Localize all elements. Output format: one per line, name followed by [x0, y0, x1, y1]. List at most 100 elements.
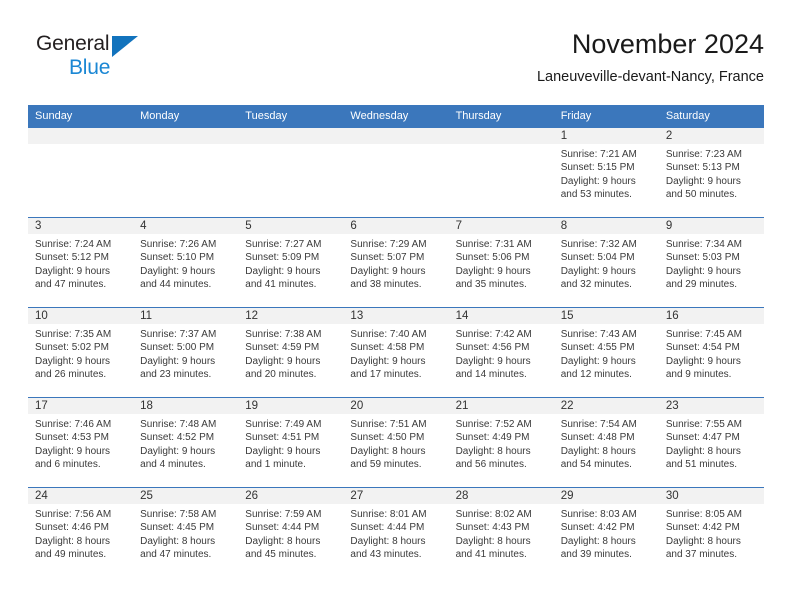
day-number: 9: [658, 218, 764, 234]
calendar-day-cell[interactable]: 27 Sunrise: 8:01 AM Sunset: 4:44 PM Dayligh…: [343, 487, 449, 577]
daylight-duration-line2: and 23 minutes.: [140, 369, 212, 381]
day-number: 19: [238, 398, 344, 414]
day-details: Sunrise: 8:05 AM Sunset: 4:42 PM Daylight:…: [659, 504, 764, 562]
calendar-day-cell-empty: [238, 127, 344, 218]
calendar-day-cell[interactable]: 25 Sunrise: 7:58 AM Sunset: 4:45 PM Dayligh…: [133, 487, 239, 577]
daylight-duration-line1: Daylight: 8 hours: [665, 445, 741, 457]
day-details: Sunrise: 7:34 AM Sunset: 5:03 PM Daylight:…: [659, 234, 764, 292]
day-details: Sunrise: 7:40 AM Sunset: 4:58 PM Daylight:…: [343, 324, 448, 382]
day-details: Sunrise: 7:24 AM Sunset: 5:12 PM Daylight:…: [28, 234, 133, 292]
calendar-day-cell[interactable]: 5 Sunrise: 7:27 AM Sunset: 5:09 PM Daylight…: [238, 217, 344, 308]
daylight-duration-line2: and 32 minutes.: [560, 279, 632, 291]
day-details: Sunrise: 7:23 AM Sunset: 5:13 PM Daylight:…: [659, 144, 764, 202]
calendar-day-cell[interactable]: 16 Sunrise: 7:45 AM Sunset: 4:54 PM Dayligh…: [658, 307, 764, 398]
day-number: 6: [343, 218, 449, 234]
calendar-day-cell[interactable]: 28 Sunrise: 8:02 AM Sunset: 4:43 PM Dayligh…: [448, 487, 554, 577]
sunrise-time: Sunrise: 7:35 AM: [35, 329, 112, 340]
sunrise-time: Sunrise: 7:34 AM: [665, 239, 742, 250]
daylight-duration-line1: Daylight: 8 hours: [665, 535, 741, 547]
day-number: 18: [133, 398, 239, 414]
sunrise-time: Sunrise: 7:32 AM: [560, 239, 637, 250]
day-details: Sunrise: 7:56 AM Sunset: 4:46 PM Daylight:…: [28, 504, 133, 562]
day-number: 28: [448, 488, 554, 504]
calendar-week-row: 10 Sunrise: 7:35 AM Sunset: 5:02 PM Dayligh…: [28, 307, 764, 398]
calendar-week-row: 24 Sunrise: 7:56 AM Sunset: 4:46 PM Dayligh…: [28, 487, 764, 577]
calendar-day-cell[interactable]: 3 Sunrise: 7:24 AM Sunset: 5:12 PM Daylight…: [28, 217, 134, 308]
day-number: 10: [28, 308, 134, 324]
daylight-duration-line1: Daylight: 9 hours: [665, 265, 741, 277]
calendar-day-cell[interactable]: 26 Sunrise: 7:59 AM Sunset: 4:44 PM Dayligh…: [238, 487, 344, 577]
calendar-day-cell[interactable]: 22 Sunrise: 7:54 AM Sunset: 4:48 PM Dayligh…: [553, 397, 659, 488]
daylight-duration-line1: Daylight: 9 hours: [560, 355, 636, 367]
calendar-day-cell[interactable]: 20 Sunrise: 7:51 AM Sunset: 4:50 PM Dayligh…: [343, 397, 449, 488]
sunrise-time: Sunrise: 7:24 AM: [35, 239, 112, 250]
sunrise-time: Sunrise: 7:42 AM: [455, 329, 532, 340]
calendar-day-cell[interactable]: 29 Sunrise: 8:03 AM Sunset: 4:42 PM Dayligh…: [553, 487, 659, 577]
general-blue-logo[interactable]: General Blue: [36, 32, 176, 90]
day-number: 26: [238, 488, 344, 504]
calendar-day-cell[interactable]: 4 Sunrise: 7:26 AM Sunset: 5:10 PM Daylight…: [133, 217, 239, 308]
day-details: Sunrise: 7:51 AM Sunset: 4:50 PM Daylight:…: [343, 414, 448, 472]
day-details: Sunrise: 7:38 AM Sunset: 4:59 PM Daylight:…: [238, 324, 343, 382]
calendar-day-cell[interactable]: 1 Sunrise: 7:21 AM Sunset: 5:15 PM Daylight…: [553, 127, 659, 218]
sunrise-time: Sunrise: 8:02 AM: [455, 509, 532, 520]
day-details: Sunrise: 7:59 AM Sunset: 4:44 PM Daylight:…: [238, 504, 343, 562]
day-number: 22: [553, 398, 659, 414]
daylight-duration-line2: and 4 minutes.: [140, 459, 206, 471]
sunset-time: Sunset: 4:42 PM: [665, 522, 740, 534]
sunset-time: Sunset: 4:44 PM: [245, 522, 320, 534]
day-details: Sunrise: 7:52 AM Sunset: 4:49 PM Daylight:…: [449, 414, 554, 472]
calendar-day-cell[interactable]: 23 Sunrise: 7:55 AM Sunset: 4:47 PM Dayligh…: [658, 397, 764, 488]
day-number: 7: [448, 218, 554, 234]
calendar-day-cell[interactable]: 30 Sunrise: 8:05 AM Sunset: 4:42 PM Dayligh…: [658, 487, 764, 577]
sunrise-time: Sunrise: 7:56 AM: [35, 509, 112, 520]
daylight-duration-line1: Daylight: 8 hours: [560, 445, 636, 457]
calendar-day-cell[interactable]: 15 Sunrise: 7:43 AM Sunset: 4:55 PM Dayligh…: [553, 307, 659, 398]
calendar-day-cell[interactable]: 12 Sunrise: 7:38 AM Sunset: 4:59 PM Dayligh…: [238, 307, 344, 398]
sunset-time: Sunset: 5:09 PM: [245, 252, 320, 264]
day-number: 20: [343, 398, 449, 414]
sunset-time: Sunset: 4:44 PM: [350, 522, 425, 534]
sunset-time: Sunset: 5:00 PM: [140, 342, 215, 354]
sunset-time: Sunset: 4:46 PM: [35, 522, 109, 534]
weekday-header-thursday: Thursday: [448, 105, 554, 128]
daylight-duration-line2: and 47 minutes.: [140, 549, 212, 561]
calendar-day-cell[interactable]: 6 Sunrise: 7:29 AM Sunset: 5:07 PM Daylight…: [343, 217, 449, 308]
day-number: 21: [448, 398, 554, 414]
sunset-time: Sunset: 4:55 PM: [560, 342, 635, 354]
calendar-day-cell-empty: [343, 127, 449, 218]
calendar-day-cell[interactable]: 19 Sunrise: 7:49 AM Sunset: 4:51 PM Dayligh…: [238, 397, 344, 488]
calendar-day-cell[interactable]: 18 Sunrise: 7:48 AM Sunset: 4:52 PM Dayligh…: [133, 397, 239, 488]
daylight-duration-line1: Daylight: 8 hours: [140, 535, 216, 547]
day-number: 30: [658, 488, 764, 504]
calendar-day-cell[interactable]: 7 Sunrise: 7:31 AM Sunset: 5:06 PM Daylight…: [448, 217, 554, 308]
day-number: [133, 128, 239, 144]
logo-text-blue: Blue: [69, 56, 111, 79]
calendar-day-cell[interactable]: 21 Sunrise: 7:52 AM Sunset: 4:49 PM Dayligh…: [448, 397, 554, 488]
daylight-duration-line2: and 50 minutes.: [665, 189, 738, 201]
sunrise-sunset-calendar: Sunday Monday Tuesday Wednesday Thursday…: [28, 105, 764, 577]
sunrise-time: Sunrise: 7:51 AM: [350, 419, 427, 430]
day-number: 23: [658, 398, 764, 414]
calendar-day-cell[interactable]: 2 Sunrise: 7:23 AM Sunset: 5:13 PM Daylight…: [658, 127, 764, 218]
sunset-time: Sunset: 4:53 PM: [35, 432, 109, 444]
day-details: Sunrise: 7:42 AM Sunset: 4:56 PM Daylight:…: [449, 324, 554, 382]
calendar-day-cell[interactable]: 24 Sunrise: 7:56 AM Sunset: 4:46 PM Dayligh…: [28, 487, 134, 577]
calendar-day-cell[interactable]: 14 Sunrise: 7:42 AM Sunset: 4:56 PM Dayligh…: [448, 307, 554, 398]
calendar-day-cell[interactable]: 8 Sunrise: 7:32 AM Sunset: 5:04 PM Daylight…: [553, 217, 659, 308]
weekday-header-row: Sunday Monday Tuesday Wednesday Thursday…: [28, 105, 764, 128]
daylight-duration-line2: and 26 minutes.: [35, 369, 107, 381]
sunset-time: Sunset: 4:47 PM: [665, 432, 740, 444]
calendar-day-cell[interactable]: 13 Sunrise: 7:40 AM Sunset: 4:58 PM Dayligh…: [343, 307, 449, 398]
calendar-day-cell[interactable]: 9 Sunrise: 7:34 AM Sunset: 5:03 PM Daylight…: [658, 217, 764, 308]
calendar-day-cell[interactable]: 11 Sunrise: 7:37 AM Sunset: 5:00 PM Dayligh…: [133, 307, 239, 398]
sunrise-time: Sunrise: 7:23 AM: [665, 149, 742, 160]
sunset-time: Sunset: 4:45 PM: [140, 522, 215, 534]
day-details: Sunrise: 7:55 AM Sunset: 4:47 PM Daylight:…: [659, 414, 764, 472]
daylight-duration-line1: Daylight: 9 hours: [140, 265, 216, 277]
sunset-time: Sunset: 5:06 PM: [455, 252, 530, 264]
daylight-duration-line1: Daylight: 9 hours: [35, 445, 111, 457]
calendar-day-cell[interactable]: 10 Sunrise: 7:35 AM Sunset: 5:02 PM Dayligh…: [28, 307, 134, 398]
calendar-day-cell[interactable]: 17 Sunrise: 7:46 AM Sunset: 4:53 PM Dayligh…: [28, 397, 134, 488]
sunset-time: Sunset: 4:58 PM: [350, 342, 425, 354]
